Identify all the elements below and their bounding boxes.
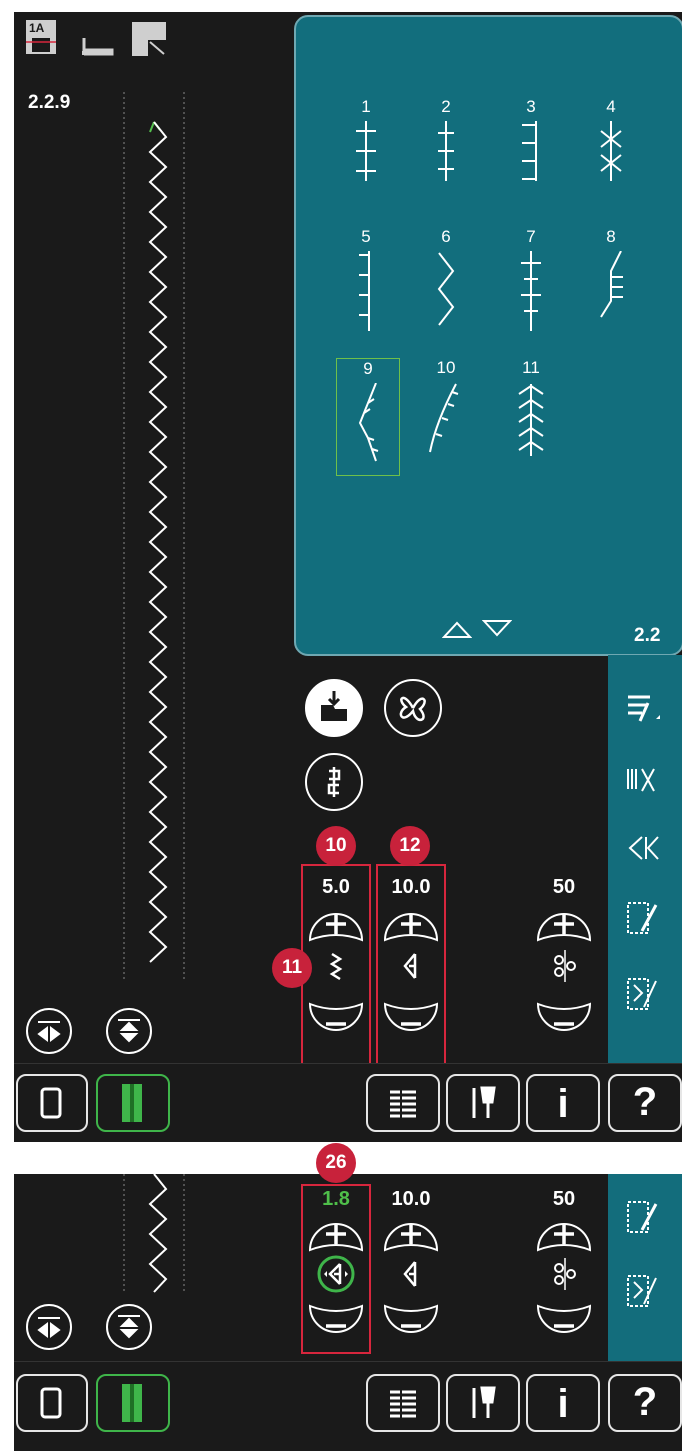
stitch-width-minus-button[interactable] bbox=[306, 1002, 366, 1051]
stitch-width-icon[interactable] bbox=[318, 948, 354, 989]
thread-tension-icon[interactable] bbox=[547, 948, 583, 989]
info-button[interactable]: i bbox=[526, 1074, 600, 1132]
stitch-program-icon[interactable] bbox=[626, 693, 662, 728]
stitch-density-plus-button[interactable] bbox=[381, 1212, 441, 1257]
info-button[interactable]: i bbox=[526, 1374, 600, 1432]
stitch-preview-cropped[interactable] bbox=[114, 1174, 194, 1294]
foot-label: 1A bbox=[29, 21, 45, 35]
stitch-width-plus-button[interactable] bbox=[306, 1212, 366, 1257]
thread-tension-icon[interactable] bbox=[547, 1256, 583, 1297]
presser-foot-icon[interactable]: 1A bbox=[26, 20, 56, 54]
thread-tension-minus-button[interactable] bbox=[534, 1304, 594, 1353]
stitch-11[interactable]: 11 bbox=[501, 358, 561, 468]
help-button[interactable]: ? bbox=[608, 1374, 682, 1432]
thread-tension-value: 50 bbox=[552, 1188, 576, 1210]
stitch-edit-icon[interactable] bbox=[626, 977, 662, 1016]
thread-tension-minus-button[interactable] bbox=[534, 1002, 594, 1051]
sensor-foot-icon[interactable] bbox=[80, 36, 114, 61]
stitch-density-plus-button[interactable] bbox=[381, 902, 441, 947]
thread-tension-plus-button[interactable] bbox=[534, 1212, 594, 1257]
stitch-width-value: 5.0 bbox=[322, 876, 350, 898]
full-screen-button[interactable] bbox=[16, 1074, 88, 1132]
page-label: 2.2 bbox=[634, 625, 661, 646]
mirror-end-to-end-button[interactable] bbox=[106, 1008, 152, 1054]
stitch-id: 2.2.9 bbox=[28, 92, 71, 113]
settings-button[interactable] bbox=[446, 1374, 520, 1432]
stitch-8[interactable]: 8 bbox=[581, 227, 641, 337]
sewing-mode-button[interactable] bbox=[96, 1374, 170, 1432]
right-toolbar bbox=[608, 655, 682, 1063]
callout-badge-12: 12 bbox=[390, 826, 430, 866]
stitch-2[interactable]: 2 bbox=[416, 97, 476, 207]
stitch-width-minus-button[interactable] bbox=[306, 1304, 366, 1353]
stitch-width-plus-button[interactable] bbox=[306, 902, 366, 947]
right-toolbar-cropped bbox=[608, 1174, 682, 1361]
sequence-icon[interactable] bbox=[626, 901, 662, 940]
callout-badge-26: 26 bbox=[316, 1143, 356, 1183]
tie-off-cut-icon[interactable] bbox=[626, 765, 662, 800]
stitch-edit-icon[interactable] bbox=[626, 1274, 662, 1313]
stitch-preview[interactable] bbox=[114, 92, 194, 982]
stitch-6[interactable]: 6 bbox=[416, 227, 476, 337]
stitch-density-value: 10.0 bbox=[391, 876, 431, 898]
thread-tension-value: 50 bbox=[552, 876, 576, 898]
stitch-menu-button[interactable] bbox=[366, 1074, 440, 1132]
full-screen-button[interactable] bbox=[16, 1374, 88, 1432]
help-button[interactable]: ? bbox=[608, 1074, 682, 1132]
help-label: ? bbox=[632, 1080, 658, 1124]
page-up-button[interactable] bbox=[441, 619, 473, 644]
needle-plate-icon[interactable] bbox=[132, 22, 166, 61]
save-stitch-button[interactable] bbox=[305, 679, 363, 737]
stitch-5[interactable]: 5 bbox=[336, 227, 396, 337]
stitch-menu-button[interactable] bbox=[366, 1374, 440, 1432]
stitch-4[interactable]: 4 bbox=[581, 97, 641, 207]
callout-badge-10: 10 bbox=[316, 826, 356, 866]
callout-badge-11: 11 bbox=[272, 948, 312, 988]
mirror-end-to-end-button[interactable] bbox=[106, 1304, 152, 1350]
detail-screen: 1.8 10.0 50 i ? bbox=[14, 1174, 682, 1451]
info-label: i bbox=[557, 1082, 569, 1126]
main-screen: 1A 2.2.9 1 2 3 4 5 6 7 8 9 10 11 2.2 5.0… bbox=[14, 12, 682, 1142]
stitch-9-selected[interactable]: 9 bbox=[336, 358, 400, 476]
stitch-density-icon[interactable] bbox=[393, 948, 429, 989]
stitch-width-value-green: 1.8 bbox=[322, 1188, 350, 1210]
page-down-button[interactable] bbox=[481, 619, 513, 644]
mirror-side-to-side-button[interactable] bbox=[26, 1304, 72, 1350]
sewing-mode-button[interactable] bbox=[96, 1074, 170, 1132]
stitch-3[interactable]: 3 bbox=[501, 97, 561, 207]
stitch-7[interactable]: 7 bbox=[501, 227, 561, 337]
stitch-10[interactable]: 10 bbox=[416, 358, 476, 468]
mirror-side-to-side-button[interactable] bbox=[26, 1008, 72, 1054]
stitch-selection-panel: 1 2 3 4 5 6 7 8 9 10 11 2.2 bbox=[294, 15, 682, 656]
stitch-density-value: 10.0 bbox=[391, 1188, 431, 1210]
help-label: ? bbox=[632, 1380, 658, 1424]
info-label: i bbox=[557, 1382, 569, 1426]
stitch-sequence-button[interactable] bbox=[305, 753, 363, 811]
stitch-density-minus-button[interactable] bbox=[381, 1002, 441, 1051]
thread-tension-plus-button[interactable] bbox=[534, 902, 594, 947]
stitch-density-icon[interactable] bbox=[393, 1256, 429, 1297]
active-density-icon[interactable] bbox=[316, 1254, 356, 1299]
stitch-creator-button[interactable] bbox=[384, 679, 442, 737]
stitch-density-minus-button[interactable] bbox=[381, 1304, 441, 1353]
stitch-1[interactable]: 1 bbox=[336, 97, 396, 207]
mirror-icon[interactable] bbox=[626, 833, 662, 868]
sequence-icon[interactable] bbox=[626, 1200, 662, 1239]
settings-button[interactable] bbox=[446, 1074, 520, 1132]
